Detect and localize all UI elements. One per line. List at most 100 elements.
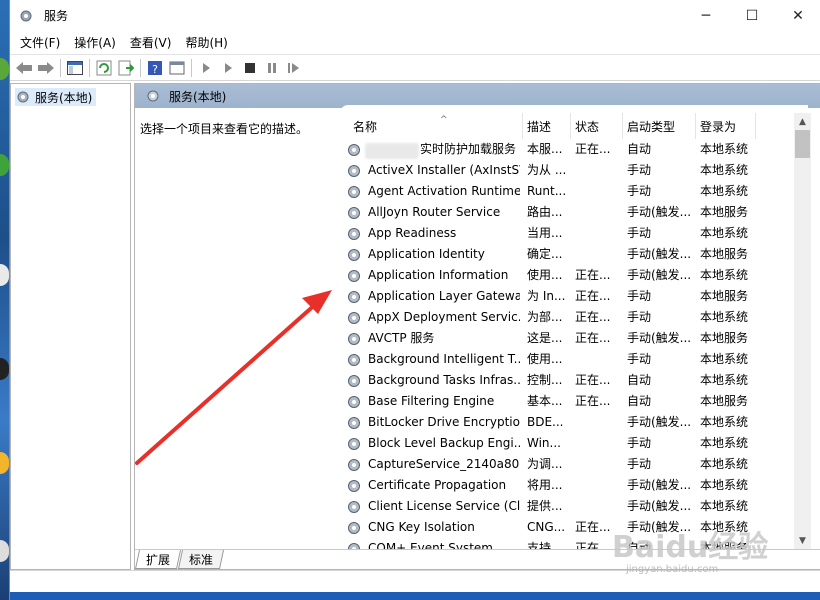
table-row[interactable]: Client License Service (Cli... 提供... 手动(触发… <box>340 496 790 517</box>
desktop-icon[interactable] <box>0 358 9 380</box>
table-row[interactable]: Block Level Backup Engi... Win... 手动 本地系统 <box>340 433 790 454</box>
table-row[interactable]: ActiveX Installer (AxInstSV) 为从 ... 手动 本地系统 <box>340 160 790 181</box>
start-icon[interactable] <box>195 57 217 79</box>
gear-icon <box>348 543 360 549</box>
scroll-down-icon[interactable]: ▼ <box>794 532 811 549</box>
table-row[interactable]: CaptureService_2140a80 为调... 手动 本地系统 <box>340 454 790 475</box>
toolbar-separator <box>140 58 141 77</box>
service-status <box>575 349 619 370</box>
service-status <box>575 412 619 433</box>
close-button[interactable]: ✕ <box>775 0 820 31</box>
table-row[interactable]: AllJoyn Router Service 路由... 手动(触发... 本地服务 <box>340 202 790 223</box>
table-row[interactable]: AppX Deployment Servic... 为部... 正在... 手动 本地系… <box>340 307 790 328</box>
desktop-icon[interactable] <box>0 264 9 286</box>
tab-standard[interactable]: 标准 <box>177 550 225 569</box>
service-startup-type: 手动 <box>627 457 652 471</box>
table-row[interactable]: Application Information 使用... 正在... 手动(触发..… <box>340 265 790 286</box>
refresh-icon[interactable] <box>93 57 115 79</box>
service-name: ActiveX Installer (AxInstSV) <box>368 163 520 177</box>
service-status: 正在... <box>575 331 611 345</box>
service-logon: 本地服务 <box>700 205 749 219</box>
menu-file[interactable]: 文件(F) <box>13 34 67 51</box>
service-description: 当用... <box>527 226 563 240</box>
show-hide-tree-icon[interactable] <box>64 57 86 79</box>
column-header-description[interactable]: 描述 <box>523 113 571 139</box>
service-name: 实时防护加载服务 <box>420 142 517 156</box>
table-row[interactable]: Background Tasks Infras... 控制... 正在... 自动 本地… <box>340 370 790 391</box>
export-list-icon[interactable] <box>115 57 137 79</box>
service-status <box>575 202 619 223</box>
vertical-scrollbar[interactable]: ▲ ▼ <box>794 113 811 549</box>
service-status <box>575 496 619 517</box>
table-row[interactable]: Application Layer Gatewa... 为 In... 正在... 手… <box>340 286 790 307</box>
tab-extended[interactable]: 扩展 <box>134 550 182 569</box>
service-description: 本服... <box>527 142 563 156</box>
toolbar: ? <box>10 54 820 81</box>
desktop-icon[interactable] <box>0 58 9 80</box>
services-list: 名称 ^ 描述 状态 启动类型 登录为 实时防护加载服务 本服... 正在... 自动… <box>340 105 811 549</box>
table-row[interactable]: App Readiness 当用... 手动 本地系统 <box>340 223 790 244</box>
service-name: AppX Deployment Servic... <box>368 310 520 324</box>
stop-icon[interactable] <box>239 57 261 79</box>
forward-arrow-icon[interactable] <box>35 57 57 79</box>
scroll-thumb[interactable] <box>795 130 810 158</box>
service-logon: 本地服务 <box>700 247 749 261</box>
minimize-button[interactable]: ─ <box>683 0 729 31</box>
table-row[interactable]: Base Filtering Engine 基本... 正在... 自动 本地服务 <box>340 391 790 412</box>
gear-icon <box>348 249 360 261</box>
service-startup-type: 自动 <box>627 373 652 387</box>
pane-header-title: 服务(本地) <box>169 89 227 104</box>
column-header-logon[interactable]: 登录为 <box>696 113 756 139</box>
table-row[interactable]: Agent Activation Runtime... Runt... 手动 本地系统 <box>340 181 790 202</box>
service-status <box>575 475 619 496</box>
start-icon[interactable] <box>217 57 239 79</box>
table-row[interactable]: BitLocker Drive Encryptio... BDE... 手动(触发.… <box>340 412 790 433</box>
restart-icon[interactable] <box>283 57 305 79</box>
table-row[interactable]: AVCTP 服务 这是... 正在... 手动(触发... 本地服务 <box>340 328 790 349</box>
tree-item-local-services[interactable]: 服务(本地) <box>15 88 97 106</box>
gear-icon <box>348 459 360 471</box>
desktop-icon[interactable] <box>0 452 9 474</box>
service-logon: 本地系统 <box>700 142 749 156</box>
desktop-icon[interactable] <box>0 540 9 562</box>
table-row[interactable]: Background Intelligent T... 使用... 手动 本地系统 <box>340 349 790 370</box>
column-header-name[interactable]: 名称 ^ <box>340 113 523 139</box>
gear-icon <box>348 522 360 534</box>
pause-icon[interactable] <box>261 57 283 79</box>
title-bar[interactable]: 服务 ─ ☐ ✕ <box>10 0 820 31</box>
service-status <box>575 244 619 265</box>
table-row[interactable]: 实时防护加载服务 本服... 正在... 自动 本地系统 <box>340 139 790 160</box>
service-name: CNG Key Isolation <box>368 520 475 534</box>
desktop-icon[interactable] <box>0 154 9 176</box>
service-logon: 本地系统 <box>700 268 749 282</box>
toolbar-separator <box>60 58 61 77</box>
gear-icon <box>17 91 29 103</box>
maximize-button[interactable]: ☐ <box>729 0 775 31</box>
column-header-startup[interactable]: 启动类型 <box>623 113 696 139</box>
service-logon: 本地服务 <box>700 394 749 408</box>
menu-help[interactable]: 帮助(H) <box>178 34 234 51</box>
properties-icon[interactable] <box>166 57 188 79</box>
scroll-up-icon[interactable]: ▲ <box>794 113 811 130</box>
service-logon: 本地系统 <box>700 478 749 492</box>
gear-icon <box>348 417 360 429</box>
service-logon: 本地系统 <box>700 184 749 198</box>
back-arrow-icon[interactable] <box>13 57 35 79</box>
menu-action[interactable]: 操作(A) <box>67 34 123 51</box>
window-title: 服务 <box>44 9 69 23</box>
service-status <box>575 433 619 454</box>
service-startup-type: 手动 <box>627 289 652 303</box>
service-name: Agent Activation Runtime... <box>368 184 520 198</box>
tree-item-label: 服务(本地) <box>35 90 93 105</box>
service-logon: 本地系统 <box>700 436 749 450</box>
redacted-area <box>365 143 419 159</box>
menu-view[interactable]: 查看(V) <box>123 34 179 51</box>
table-row[interactable]: Application Identity 确定... 手动(触发... 本地服务 <box>340 244 790 265</box>
service-logon: 本地系统 <box>700 373 749 387</box>
details-pane: 服务(本地) 选择一个项目来查看它的描述。 名称 ^ 描述 状态 启动类型 登录… <box>134 83 820 570</box>
table-row[interactable]: Certificate Propagation 将用... 手动(触发... 本地系统 <box>340 475 790 496</box>
help-icon[interactable]: ? <box>144 57 166 79</box>
column-header-status[interactable]: 状态 <box>571 113 623 139</box>
service-startup-type: 手动(触发... <box>627 415 692 429</box>
service-description: 控制... <box>527 373 563 387</box>
